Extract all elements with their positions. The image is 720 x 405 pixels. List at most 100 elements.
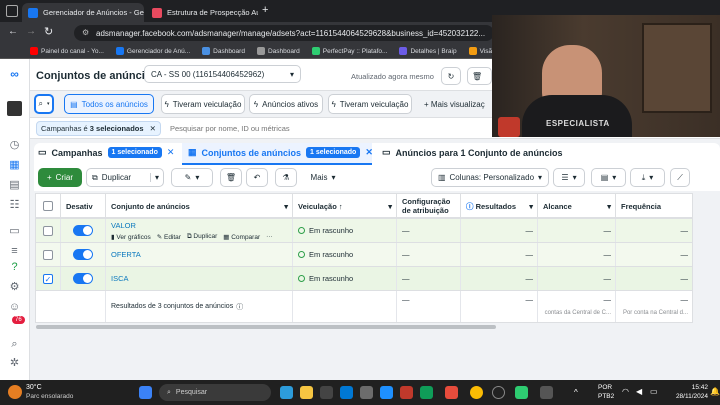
duplicate-action[interactable]: ⧉ Duplicar (187, 233, 217, 241)
windows-start-icon[interactable] (139, 386, 152, 399)
close-icon[interactable]: ✕ (167, 147, 175, 158)
app-icon-edge[interactable] (280, 386, 293, 399)
notification-bell-icon[interactable]: 🔔 (710, 387, 720, 396)
filter-tiveram-veiculacao[interactable]: ϟ Tiveram veiculação (161, 94, 245, 114)
settings-icon[interactable]: ⚙ (8, 281, 21, 294)
pages-icon[interactable]: ▤ (8, 179, 21, 192)
dell-icon[interactable] (360, 386, 373, 399)
search-input[interactable] (170, 121, 470, 136)
discard-button[interactable]: 🗑 (467, 67, 492, 85)
keyboard-layout[interactable]: PTB2 (598, 393, 614, 400)
caret-down-icon[interactable]: ▾ (149, 173, 163, 182)
col-header-results[interactable]: ⓘ Resultados ▾ (461, 194, 538, 218)
new-tab-button[interactable]: + (262, 4, 268, 16)
app-icon-record[interactable] (445, 386, 458, 399)
wifi-icon[interactable]: ◠ (622, 387, 629, 396)
col-header-veiculacao[interactable]: Veiculação ↑ ▾ (293, 194, 397, 218)
more-actions[interactable]: ··· (266, 233, 273, 241)
search-icon[interactable]: ⌕ (8, 338, 21, 351)
clock-date[interactable]: 28/11/2024 (664, 393, 708, 400)
account-selector[interactable]: CA - SS 00 (116154406452962) ▾ (144, 65, 301, 83)
table-row-isca[interactable]: ✓ ISCA Em rascunho — — — — (36, 266, 692, 290)
reload-icon[interactable]: ↻ (44, 25, 53, 38)
campaigns-table-icon[interactable]: ▦ (8, 159, 21, 172)
avatar[interactable] (7, 101, 22, 116)
more-button[interactable]: Mais ▾ (302, 168, 344, 187)
billing-icon[interactable]: ▭ (8, 225, 21, 238)
bookmark-braip[interactable]: Detalhes | Braip (399, 47, 457, 55)
forward-icon[interactable]: → (26, 26, 36, 37)
clock-time[interactable]: 15:42 (676, 384, 708, 391)
col-header-alcance[interactable]: Alcance ▾ (538, 194, 616, 218)
campaign-filter-chip[interactable]: Campanhas é 3 selecionados ✕ (36, 121, 161, 136)
col-header-toggle[interactable]: Desativ (61, 194, 106, 218)
bookmark-perfectpay[interactable]: PerfectPay :: Platafo... (311, 47, 387, 55)
filter-anuncios-ativos[interactable]: ϟ Anúncios ativos (249, 94, 323, 114)
row-checkbox[interactable] (43, 225, 53, 236)
bookmark-youtube[interactable]: Painel do canal - Yo... (30, 47, 104, 55)
app-icon-green[interactable] (420, 386, 433, 399)
table-row-oferta[interactable]: OFERTA Em rascunho — — — — (36, 242, 692, 266)
adset-name-link[interactable]: OFERTA (111, 250, 141, 259)
back-icon[interactable]: ← (8, 26, 18, 37)
app-icon-teal[interactable] (515, 386, 528, 399)
more-views-link[interactable]: + Mais visualizaç (424, 100, 485, 109)
edit-action[interactable]: ✎ Editar (157, 233, 181, 241)
battery-icon[interactable]: ▭ (650, 387, 658, 396)
site-info-icon[interactable]: ⚙ (82, 28, 89, 37)
app-icon-blue[interactable] (380, 386, 393, 399)
tab-search-icon[interactable] (6, 5, 18, 17)
close-icon[interactable]: ✕ (150, 124, 156, 133)
tray-chevron-icon[interactable]: ^ (574, 388, 578, 397)
select-all-checkbox[interactable] (43, 201, 53, 211)
row-checkbox[interactable] (43, 249, 53, 260)
tab-campaigns[interactable]: ▭ Campanhas 1 selecionado ✕ (38, 147, 174, 158)
refresh-button[interactable]: ↻ (441, 67, 461, 85)
notifications-icon[interactable]: ☺ (8, 301, 21, 314)
row-checkbox-checked[interactable]: ✓ (43, 273, 53, 284)
col-header-name[interactable]: Conjunto de anúncios ▾ (106, 194, 293, 218)
weather-icon[interactable] (8, 385, 22, 399)
table-row-valor[interactable]: VALOR ▮ Ver gráficos ✎ Editar ⧉ Duplicar… (36, 218, 692, 242)
test-button[interactable]: ⚗ (275, 168, 297, 187)
adset-name-link[interactable]: VALOR (111, 221, 136, 230)
columns-button[interactable]: ▥ Colunas: Personalizado ▾ (431, 168, 549, 187)
chart-button[interactable]: ⟋ (670, 168, 690, 187)
tab-ads-manager[interactable]: Gerenciador de Anúncios - Ge ✕ (22, 3, 144, 22)
delete-button[interactable]: 🗑 (220, 168, 242, 187)
address-bar[interactable]: ⚙ adsmanager.facebook.com/adsmanager/man… (74, 25, 494, 41)
meta-logo-icon[interactable]: ∞ (8, 68, 21, 81)
tab-adsets[interactable]: ▦ Conjuntos de anúncios 1 selecionado ✕ (188, 147, 373, 158)
undo-button[interactable]: ↶ (246, 168, 268, 187)
create-button[interactable]: + Criar (38, 168, 82, 187)
tab-estrutura[interactable]: Estrutura de Prospecção Autom ✕ (146, 3, 258, 22)
info-icon[interactable]: ⓘ (236, 302, 243, 312)
store-icon[interactable] (320, 386, 333, 399)
volume-icon[interactable]: ◀ (636, 387, 642, 396)
col-header-frequencia[interactable]: Frequência (616, 194, 692, 218)
app-icon-red[interactable] (400, 386, 413, 399)
help-icon[interactable]: ? (8, 261, 21, 274)
filter-tiveram-veiculacao-2[interactable]: ϟ Tiveram veiculação (328, 94, 412, 114)
bug-icon[interactable]: ✲ (8, 357, 21, 370)
bookmark-dashboard-1[interactable]: Dashboard (202, 47, 245, 55)
search-toggle-button[interactable]: ⌕ ▾ (34, 94, 54, 114)
adset-toggle[interactable] (73, 225, 93, 236)
obs-icon[interactable] (492, 386, 505, 399)
adset-toggle[interactable] (73, 249, 93, 260)
dashboard-gauge-icon[interactable]: ◷ (8, 139, 21, 152)
close-icon[interactable]: ✕ (365, 147, 373, 158)
folder-icon[interactable] (300, 386, 313, 399)
reports-button[interactable]: ▤ ▾ (591, 168, 626, 187)
breakdown-button[interactable]: ☰ ▾ (553, 168, 585, 187)
keyboard-lang[interactable]: POR (598, 384, 612, 391)
edit-button[interactable]: ✎ ▾ (171, 168, 213, 187)
adset-toggle[interactable] (73, 273, 93, 284)
chrome-icon[interactable] (470, 386, 483, 399)
view-charts-action[interactable]: ▮ Ver gráficos (111, 233, 151, 241)
horizontal-scrollbar[interactable] (36, 325, 496, 329)
audiences-icon[interactable]: ☷ (8, 199, 21, 212)
duplicate-button[interactable]: ⧉ Duplicar ▾ (86, 168, 164, 187)
app-icon-gray[interactable] (540, 386, 553, 399)
export-button[interactable]: ⤓ ▾ (630, 168, 665, 187)
